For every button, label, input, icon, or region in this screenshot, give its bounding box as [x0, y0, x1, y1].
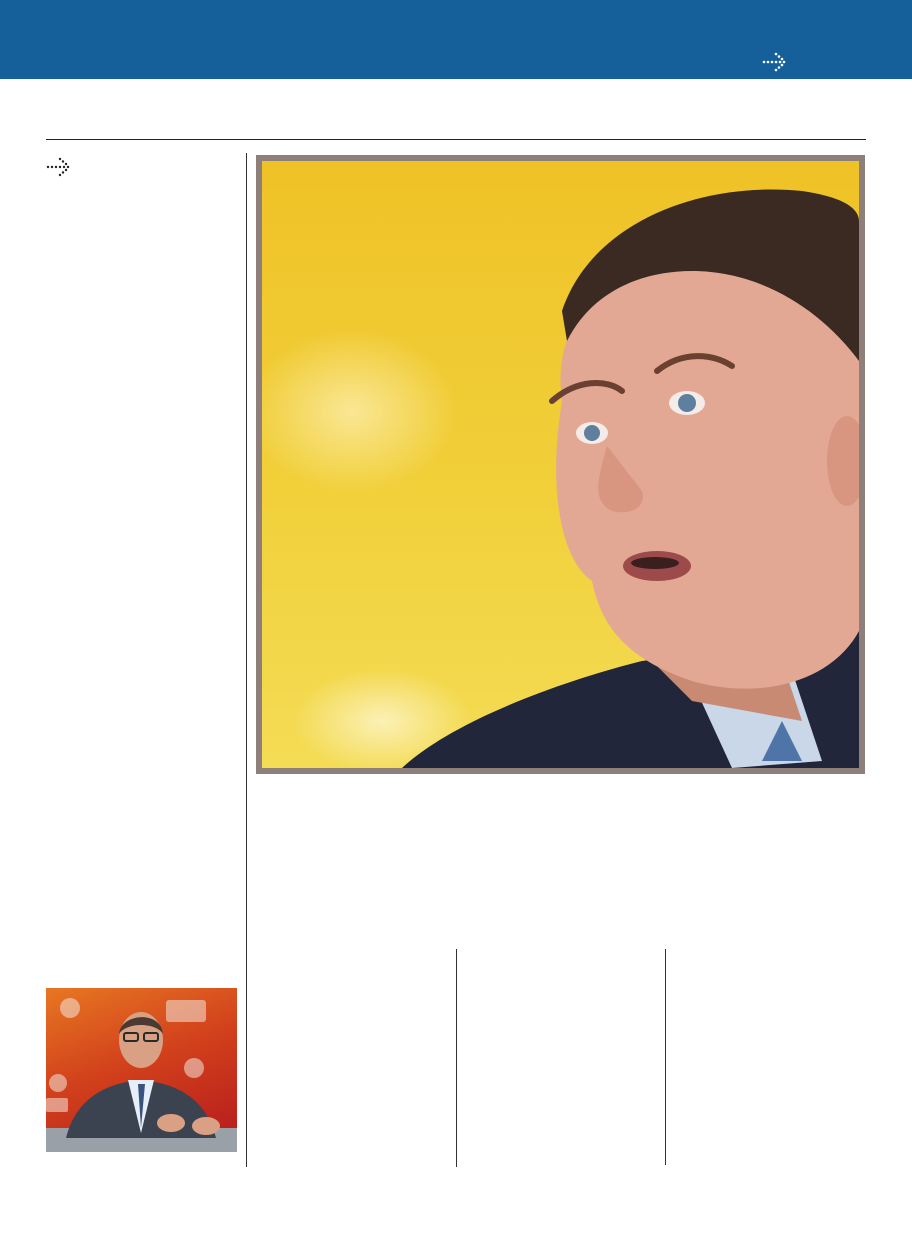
column-divider	[456, 949, 457, 1167]
column-divider	[665, 949, 666, 1165]
dotted-arrow-right-icon	[46, 156, 74, 178]
main-photo	[256, 155, 865, 774]
column-divider	[246, 153, 247, 1167]
section-rule	[46, 139, 866, 140]
dotted-arrow-right-icon	[762, 51, 790, 73]
header-bar	[0, 0, 912, 79]
thumbnail-photo	[46, 988, 237, 1152]
